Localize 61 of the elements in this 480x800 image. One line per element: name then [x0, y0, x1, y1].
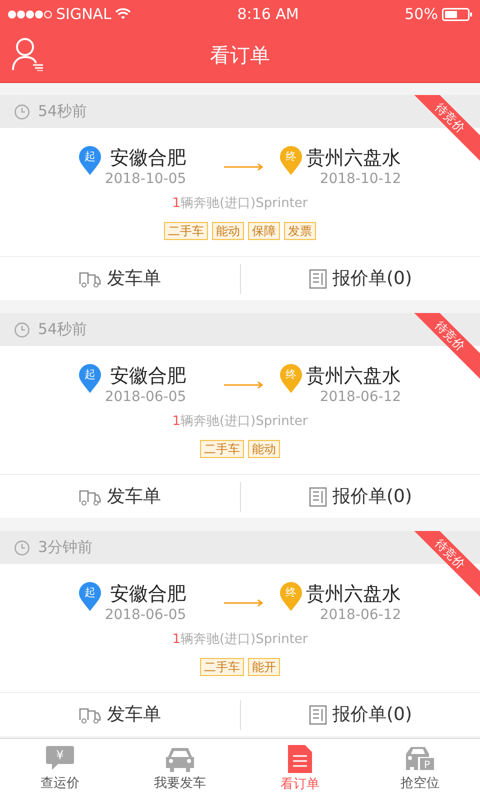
- tab-item[interactable]: ¥ 查运价: [0, 739, 120, 800]
- city-name: 安徽合肥: [110, 146, 186, 170]
- dispatch-button[interactable]: 发车单: [0, 692, 240, 736]
- vehicle-info: 1辆奔驰(进口)Sprinter: [172, 195, 308, 213]
- tag-label: 二手车: [164, 222, 208, 240]
- order-time: 3分钟前: [38, 537, 93, 558]
- order-time: 54秒前: [38, 319, 88, 340]
- quote-button[interactable]: 报价单(0): [240, 474, 480, 518]
- vehicle-info: 1辆奔驰(进口)Sprinter: [172, 413, 308, 431]
- signal-icon: [8, 10, 52, 18]
- price-icon: ¥: [46, 746, 74, 772]
- city-name: 贵州六盘水: [306, 364, 402, 388]
- tag-label: 能动: [212, 222, 244, 240]
- vehicle-info: 1辆奔驰(进口)Sprinter: [172, 631, 308, 649]
- tag-label: 发票: [284, 222, 316, 240]
- tag-label: 能开: [248, 658, 280, 676]
- battery-percent: 50%: [404, 4, 438, 25]
- route-arrow: [224, 162, 264, 171]
- tab-item[interactable]: 我要发车: [120, 739, 240, 800]
- user-icon[interactable]: [12, 37, 44, 71]
- dispatch-button[interactable]: 发车单: [0, 256, 240, 300]
- quote-button[interactable]: 报价单(0): [240, 692, 480, 736]
- city-name: 贵州六盘水: [306, 582, 402, 606]
- document-icon: [308, 268, 326, 288]
- date-text: 2018-06-05: [104, 388, 186, 406]
- clock-icon: [14, 322, 30, 338]
- order-time: 54秒前: [38, 101, 88, 122]
- tag-label: 二手车: [200, 658, 244, 676]
- tag-label: 保障: [248, 222, 280, 240]
- end-pin: 终: [280, 146, 302, 176]
- page-title: 看订单: [210, 42, 270, 69]
- wifi-icon: [115, 8, 132, 20]
- end-pin: 终: [280, 582, 302, 612]
- end-pin: 终: [280, 364, 302, 394]
- start-pin: 起: [78, 582, 101, 612]
- city-name: 安徽合肥: [110, 364, 186, 388]
- route-arrow: [224, 380, 264, 389]
- clock-time: 8:16 AM: [237, 4, 299, 25]
- document-icon: [308, 704, 326, 724]
- clock-icon: [14, 104, 30, 120]
- date-text: 2018-10-05: [104, 170, 186, 188]
- date-text: 2018-06-05: [104, 606, 186, 624]
- tab-item[interactable]: P 抢空位: [360, 739, 480, 800]
- city-name: 贵州六盘水: [306, 146, 402, 170]
- tag-label: 能动: [248, 440, 280, 458]
- date-text: 2018-10-12: [320, 170, 402, 188]
- clock-icon: [14, 540, 30, 556]
- date-text: 2018-06-12: [320, 388, 402, 406]
- route-arrow: [224, 598, 264, 607]
- date-text: 2018-06-12: [320, 606, 402, 624]
- carrier-name: SIGNAL: [56, 4, 112, 25]
- start-pin: 起: [78, 364, 101, 394]
- document-icon: [288, 744, 312, 773]
- battery-icon: [442, 8, 472, 20]
- tag-label: 二手车: [200, 440, 244, 458]
- dispatch-button[interactable]: 发车单: [0, 474, 240, 518]
- city-name: 安徽合肥: [110, 582, 186, 606]
- car-icon: [165, 746, 195, 772]
- quote-button[interactable]: 报价单(0): [240, 256, 480, 300]
- start-pin: 起: [78, 146, 101, 176]
- document-icon: [308, 486, 326, 506]
